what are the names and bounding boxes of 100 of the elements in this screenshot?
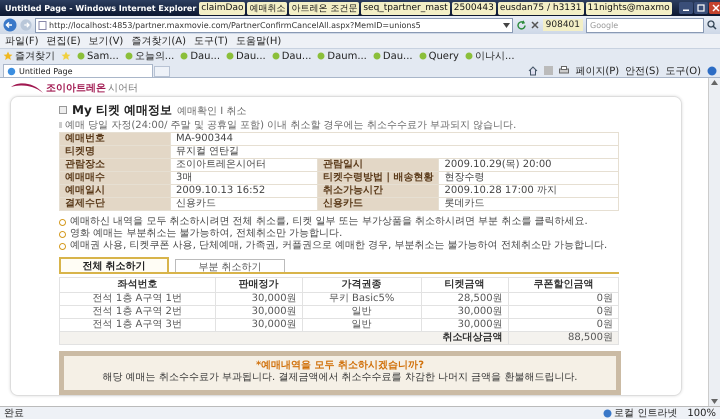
table-cell: 전석 1층 A구역 1번 [60, 292, 216, 306]
field-label: 예매번호 [60, 132, 170, 146]
field-label: 티켓명 [60, 146, 170, 158]
bullet-icon [59, 230, 66, 238]
refresh-icon[interactable] [516, 20, 527, 30]
column-header: 가격권종 [302, 278, 422, 292]
search-icon[interactable] [707, 20, 717, 30]
site-icon [77, 52, 85, 60]
total-value: 88,500원 [508, 332, 618, 344]
field-label: 티켓수령방법 | 배송현황 [317, 172, 439, 184]
zone-text: 로컬 인트라넷 [603, 406, 678, 419]
favorite-link[interactable]: Dau... [226, 50, 266, 62]
taskbar-button[interactable]: 아트레온 조건문 [289, 2, 360, 14]
total-label: 취소대상금액 [60, 332, 508, 344]
table-cell: 0원 [508, 306, 618, 318]
tab[interactable]: 전체 취소하기 [59, 257, 169, 272]
field-label: 예매일시 [60, 184, 170, 198]
scrollbar[interactable] [708, 78, 720, 406]
bullet-icon [59, 218, 66, 226]
info-text: 영화 예매는 부분취소는 불가능하여, 전체취소만 가능합니다. [70, 228, 342, 240]
star-icon [3, 51, 13, 61]
taskbar-button[interactable]: 11nights@maxmo [586, 2, 672, 14]
favorite-link[interactable]: Dau... [272, 50, 312, 62]
status-text: 완료 [4, 407, 24, 419]
home-icon[interactable] [528, 66, 538, 76]
table-cell: 일반 [302, 306, 422, 318]
site-icon [418, 52, 427, 60]
dropdown-arrow-icon[interactable] [502, 22, 510, 28]
browser-tab[interactable]: Untitled Page [3, 64, 153, 77]
logo-subtext: 시어터 [108, 82, 138, 95]
square-bullet-icon [59, 106, 67, 114]
menu-item[interactable]: 즐겨찾기(A) [131, 34, 186, 48]
field-value: 2009.10.29(목) 20:00 [438, 158, 618, 172]
page-icon [38, 20, 47, 30]
table-cell: 0원 [508, 292, 618, 306]
minimize-button[interactable] [678, 2, 693, 14]
favorite-link[interactable]: Dau... [372, 50, 413, 62]
window-title: Untitled Page - Windows Internet Explorer [5, 4, 196, 12]
field-label: 취소가능시간 [317, 184, 439, 198]
command-menu[interactable]: 페이지(P) [575, 64, 620, 78]
column-header: 쿠폰할인금액 [508, 278, 618, 292]
taskbar-button[interactable]: 2500443 [452, 2, 496, 14]
logo-swoosh-icon [10, 81, 44, 95]
taskbar-button[interactable]: 예매취소 [247, 2, 288, 14]
taskbar-button[interactable]: eusdan75 / h3131 [498, 2, 584, 14]
table-cell: 30,000원 [215, 306, 302, 318]
page-subtitle: 예매확인 I 취소 [177, 105, 246, 118]
menu-item[interactable]: 도구(T) [194, 34, 228, 48]
zoom-level[interactable]: 100% [687, 408, 716, 418]
field-value: 3매 [170, 172, 318, 184]
table-cell: 30,000원 [215, 292, 302, 306]
site-icon [464, 52, 473, 60]
taskbar-button[interactable]: 908401 [542, 19, 583, 31]
table-cell: 무키 Basic5% [302, 292, 422, 306]
favorite-link[interactable]: 오늘의... [124, 49, 174, 63]
table-cell: 전석 1층 A구역 2번 [60, 306, 216, 318]
site-icon [124, 52, 133, 60]
favorites-button[interactable]: 즐겨찾기 [3, 49, 55, 63]
field-value: 롯데카드 [438, 198, 618, 210]
bullet-icon [59, 242, 66, 250]
info-text: 예매권 사용, 티켓쿠폰 사용, 단체예매, 가족권, 커플권으로 예매한 경우, 부분취소는 불가능하여 전체취소만 가능합니다. [70, 240, 608, 252]
close-icon [712, 4, 720, 12]
taskbar-button[interactable]: claimDao [199, 2, 246, 14]
field-value: 2009.10.28 17:00 까지 [438, 184, 618, 198]
favorite-link[interactable]: Dau... [180, 50, 220, 62]
favorite-link[interactable]: 이나시... [464, 49, 515, 63]
maximize-button[interactable] [694, 2, 708, 14]
taskbar-button[interactable]: seq_tpartner_mast [361, 2, 450, 14]
close-button[interactable] [708, 2, 720, 14]
favorite-link[interactable]: Sam... [77, 50, 119, 62]
logo-text: 조이아트레온 [46, 82, 106, 95]
site-icon [180, 52, 188, 60]
confirm-message: 해당 예매는 취소수수료가 부과됩니다. 결제금액에서 취소수수료를 차감한 나머지 금액을 환불해드립니다. [102, 372, 578, 384]
site-icon [317, 52, 326, 60]
field-label: 결제수단 [60, 198, 170, 210]
favorite-link[interactable]: Query [418, 50, 459, 62]
address-field[interactable]: http://localhost:4853/partner.maxmovie.com/PartnerConfirmCancelAll.aspx?MemID=unions5 [35, 18, 513, 32]
field-value: MA-900344 [170, 132, 618, 146]
menu-item[interactable]: 도움말(H) [236, 34, 282, 48]
column-header: 판매정가 [215, 278, 302, 292]
scroll-down-icon[interactable] [711, 399, 718, 404]
field-value: 조이아트레온시어터 [170, 158, 318, 172]
favorite-link[interactable]: Daum... [317, 50, 367, 62]
menu-item[interactable]: 편집(E) [46, 34, 81, 48]
tab[interactable]: 부분 취소하기 [175, 259, 285, 272]
site-icon [226, 52, 234, 60]
command-menu[interactable]: 도구(O) [665, 64, 701, 78]
scroll-up-icon[interactable] [711, 80, 718, 85]
stop-icon[interactable] [530, 20, 540, 30]
back-button[interactable] [3, 18, 17, 32]
maximize-icon [696, 4, 705, 12]
column-header: 티켓금액 [421, 278, 508, 292]
field-label: 관람일시 [317, 158, 439, 172]
site-icon [272, 52, 280, 60]
menu-item[interactable]: 보기(V) [88, 34, 124, 48]
command-menu[interactable]: 안전(S) [625, 64, 660, 78]
confirm-question: *예매내역을 모두 취소하시겠습니까? [255, 360, 425, 372]
table-cell: 30,000원 [421, 306, 508, 318]
menu-item[interactable]: 파일(F) [5, 34, 39, 48]
print-icon[interactable] [559, 66, 570, 75]
